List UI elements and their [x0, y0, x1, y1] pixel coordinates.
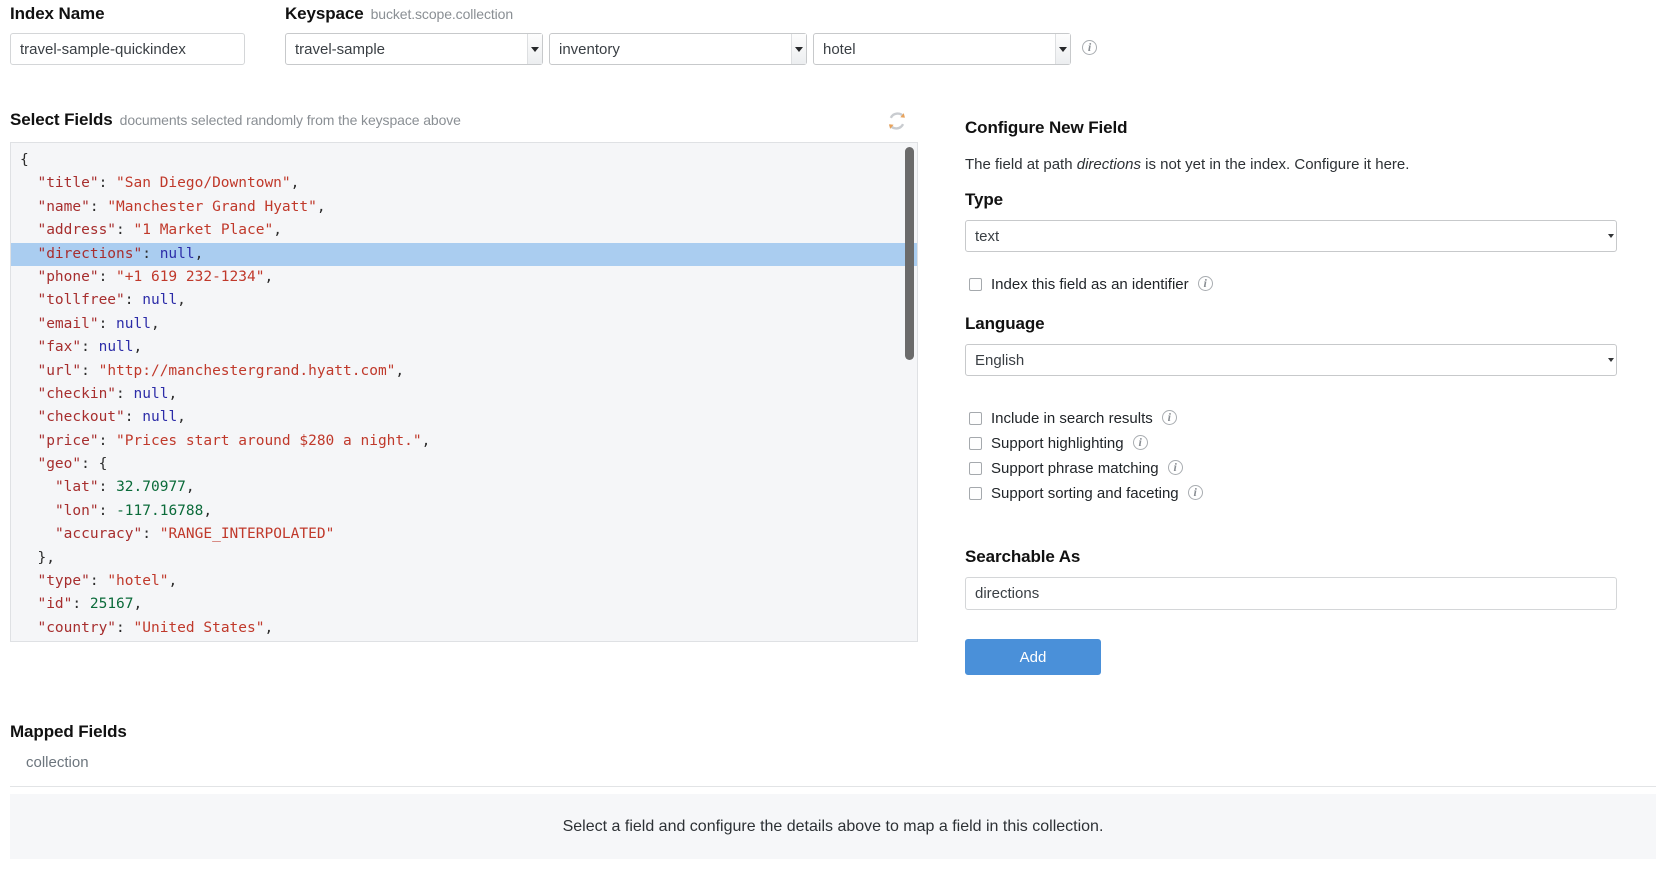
type-select[interactable]: text: [965, 220, 1617, 252]
option-support-phrase-matching[interactable]: Support phrase matching i: [969, 460, 1203, 477]
document-json[interactable]: { "title": "San Diego/Downtown", "name":…: [11, 143, 917, 641]
chevron-down-icon[interactable]: [791, 34, 806, 64]
document-line[interactable]: "address": "1 Market Place",: [11, 219, 917, 242]
description-pre: The field at path: [965, 156, 1077, 173]
chevron-down-icon[interactable]: [1605, 345, 1616, 375]
document-line[interactable]: "accuracy": "RANGE_INTERPOLATED": [11, 523, 917, 546]
configure-new-field-title: Configure New Field: [965, 118, 1128, 137]
support-highlighting-info-icon[interactable]: i: [1132, 435, 1148, 450]
option-support-sorting-and-faceting[interactable]: Support sorting and faceting i: [969, 485, 1203, 502]
field-options-group: Include in search results i Support high…: [969, 410, 1203, 502]
document-line[interactable]: "country": "United States",: [11, 617, 917, 640]
keyspace-bucket-value: travel-sample: [295, 40, 386, 58]
include-in-search-results-checkbox[interactable]: [969, 412, 982, 425]
option-label: Support phrase matching: [991, 460, 1159, 477]
searchable-as-label: Searchable As: [965, 547, 1081, 566]
configure-new-field-description: The field at path directions is not yet …: [965, 156, 1409, 173]
document-line[interactable]: "checkout": null,: [11, 406, 917, 429]
select-fields-title: Select Fields: [10, 110, 113, 129]
support-highlighting-checkbox[interactable]: [969, 437, 982, 450]
index-as-identifier-info-icon[interactable]: i: [1197, 276, 1213, 291]
mapped-fields-empty-message: Select a field and configure the details…: [10, 794, 1656, 859]
keyspace-sublabel: bucket.scope.collection: [370, 6, 514, 22]
select-fields-header: Select Fields documents selected randomly…: [10, 110, 461, 130]
refresh-icon[interactable]: [886, 110, 908, 132]
document-line[interactable]: "title": "San Diego/Downtown",: [11, 172, 917, 195]
include-in-search-results-info-icon[interactable]: i: [1161, 410, 1177, 425]
mapped-fields-title: Mapped Fields: [10, 722, 127, 741]
chevron-down-icon[interactable]: [1605, 221, 1616, 251]
document-line[interactable]: "id": 25167,: [11, 593, 917, 616]
language-select-value: English: [975, 351, 1025, 369]
add-button[interactable]: Add: [965, 639, 1101, 675]
keyspace-scope-value: inventory: [559, 40, 620, 58]
keyspace-scope-select[interactable]: inventory: [549, 33, 807, 65]
document-line[interactable]: "type": "hotel",: [11, 570, 917, 593]
keyspace-label: Keyspace bucket.scope.collection: [285, 4, 513, 24]
document-line[interactable]: "checkin": null,: [11, 383, 917, 406]
description-field-path: directions: [1076, 156, 1141, 173]
document-line[interactable]: "email": null,: [11, 313, 917, 336]
type-label: Type: [965, 190, 1004, 209]
keyspace-collection-value: hotel: [823, 40, 856, 58]
index-as-identifier-label: Index this field as an identifier: [991, 276, 1189, 293]
document-line[interactable]: "geo": {: [11, 453, 917, 476]
index-as-identifier-checkbox[interactable]: [969, 278, 982, 291]
option-label: Support highlighting: [991, 435, 1124, 452]
option-label: Include in search results: [991, 410, 1153, 427]
mapped-fields-item[interactable]: collection: [26, 754, 89, 771]
keyspace-collection-select[interactable]: hotel: [813, 33, 1071, 65]
document-line[interactable]: "price": "Prices start around $280 a nig…: [11, 430, 917, 453]
document-line[interactable]: "lat": 32.70977,: [11, 476, 917, 499]
chevron-down-icon[interactable]: [527, 34, 542, 64]
document-line[interactable]: "phone": "+1 619 232-1234",: [11, 266, 917, 289]
document-line[interactable]: "name": "Manchester Grand Hyatt",: [11, 196, 917, 219]
divider: [10, 786, 1656, 787]
document-line[interactable]: "url": "http://manchestergrand.hyatt.com…: [11, 360, 917, 383]
support-phrase-matching-checkbox[interactable]: [969, 462, 982, 475]
document-line[interactable]: {: [11, 149, 917, 172]
document-line[interactable]: "tollfree": null,: [11, 289, 917, 312]
language-select[interactable]: English: [965, 344, 1617, 376]
searchable-as-input[interactable]: [965, 577, 1617, 610]
document-line[interactable]: "lon": -117.16788,: [11, 500, 917, 523]
quick-index-editor-page: Index Name Keyspace bucket.scope.collecti…: [0, 0, 1666, 869]
document-preview-panel[interactable]: { "title": "San Diego/Downtown", "name":…: [10, 142, 918, 642]
option-include-in-search-results[interactable]: Include in search results i: [969, 410, 1203, 427]
support-phrase-matching-info-icon[interactable]: i: [1167, 460, 1183, 475]
index-name-label: Index Name: [10, 4, 105, 23]
document-line[interactable]: },: [11, 547, 917, 570]
option-label: Support sorting and faceting: [991, 485, 1179, 502]
language-label: Language: [965, 314, 1045, 333]
document-line[interactable]: "directions": null,: [11, 242, 917, 266]
keyspace-bucket-select[interactable]: travel-sample: [285, 33, 543, 65]
document-line[interactable]: "fax": null,: [11, 336, 917, 359]
select-fields-subtitle: documents selected randomly from the key…: [119, 112, 461, 128]
index-as-identifier-row[interactable]: Index this field as an identifier i: [969, 276, 1213, 293]
chevron-down-icon[interactable]: [1055, 34, 1070, 64]
document-scrollbar[interactable]: [905, 145, 914, 641]
index-name-input[interactable]: [10, 33, 245, 65]
option-support-highlighting[interactable]: Support highlighting i: [969, 435, 1203, 452]
type-select-value: text: [975, 227, 1000, 245]
keyspace-info-icon[interactable]: i: [1082, 40, 1097, 55]
description-post: is not yet in the index. Configure it he…: [1140, 156, 1410, 173]
document-scrollbar-thumb[interactable]: [905, 147, 914, 360]
support-sorting-and-faceting-checkbox[interactable]: [969, 487, 982, 500]
document-line[interactable]: "city": "San Diego",: [11, 640, 917, 641]
keyspace-label-text: Keyspace: [285, 4, 364, 23]
support-sorting-and-faceting-info-icon[interactable]: i: [1187, 485, 1203, 500]
